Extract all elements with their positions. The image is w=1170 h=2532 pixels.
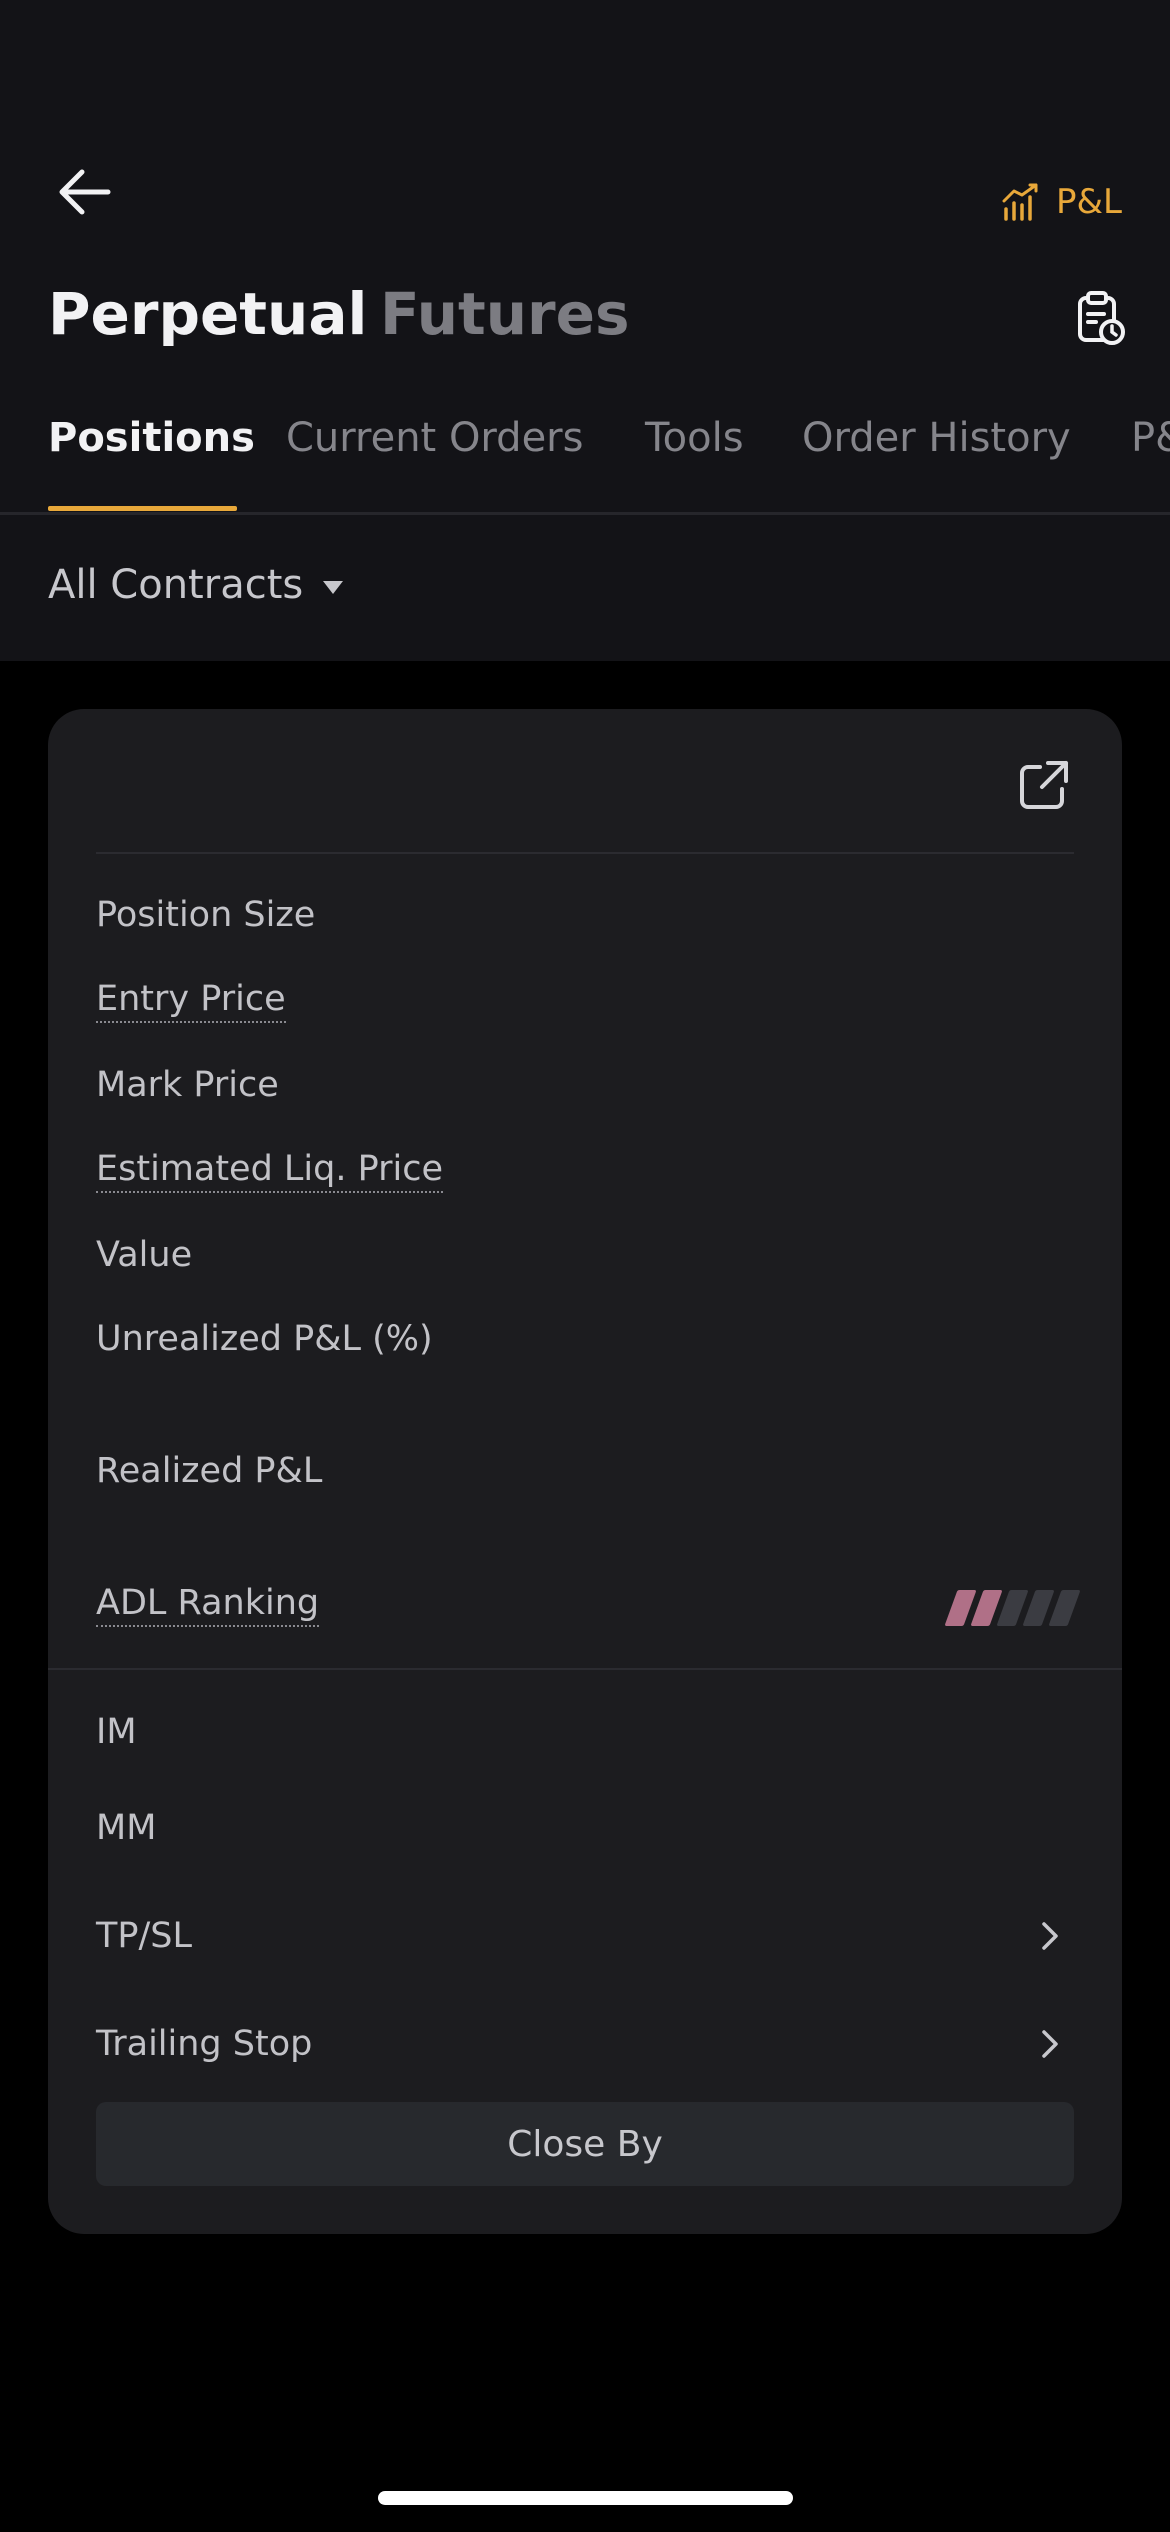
mm-label: MM bbox=[96, 1808, 157, 1848]
tab-futures[interactable]: Futures bbox=[380, 278, 630, 350]
trailing-stop-row[interactable]: Trailing Stop bbox=[96, 2021, 312, 2067]
active-tab-indicator bbox=[48, 506, 237, 511]
est-liq-price-label[interactable]: Estimated Liq. Price bbox=[96, 1146, 444, 1193]
tab-tools[interactable]: Tools bbox=[645, 412, 744, 464]
unrealized-pnl-label: Unrealized P&L (%) bbox=[96, 1319, 433, 1359]
realized-pnl-label: Realized P&L bbox=[96, 1451, 323, 1491]
pnl-link[interactable]: P&L bbox=[1000, 178, 1122, 226]
tab-order-history[interactable]: Order History bbox=[802, 412, 1071, 464]
entry-price-label-text[interactable]: Entry Price bbox=[96, 979, 286, 1023]
arrow-left-icon[interactable] bbox=[52, 160, 116, 224]
clipboard-clock-icon[interactable] bbox=[1074, 290, 1128, 348]
tab-positions[interactable]: Positions bbox=[48, 412, 255, 464]
adl-bar bbox=[1048, 1590, 1081, 1626]
subtab-divider bbox=[0, 512, 1170, 515]
caret-down-icon bbox=[323, 580, 344, 594]
entry-price-label[interactable]: Entry Price bbox=[96, 976, 286, 1023]
card-divider bbox=[48, 1668, 1122, 1670]
contract-filter-label: All Contracts bbox=[48, 562, 304, 608]
im-label: IM bbox=[96, 1712, 137, 1752]
tab-pnl[interactable]: P&L bbox=[1131, 412, 1170, 464]
bar-chart-trend-icon bbox=[1002, 183, 1038, 221]
position-card: Position Size Entry Price Mark Price Est… bbox=[48, 709, 1122, 2234]
adl-ranking-label[interactable]: ADL Ranking bbox=[96, 1580, 320, 1627]
adl-ranking-indicator bbox=[944, 1590, 1081, 1626]
tab-current-orders[interactable]: Current Orders bbox=[286, 412, 583, 464]
external-link-icon[interactable] bbox=[1016, 757, 1072, 813]
chevron-right-icon[interactable] bbox=[1036, 1916, 1064, 1956]
close-by-button[interactable]: Close By bbox=[96, 2102, 1074, 2186]
position-size-label: Position Size bbox=[96, 895, 316, 935]
tpsl-row[interactable]: TP/SL bbox=[96, 1913, 192, 1959]
pnl-label: P&L bbox=[1056, 182, 1122, 222]
contract-filter-dropdown[interactable]: All Contracts bbox=[48, 562, 344, 608]
card-divider bbox=[96, 852, 1074, 854]
home-indicator[interactable] bbox=[378, 2491, 793, 2505]
chevron-right-icon[interactable] bbox=[1036, 2024, 1064, 2064]
subtab-bar: Positions Current Orders Tools Order His… bbox=[0, 400, 1170, 512]
adl-ranking-label-text[interactable]: ADL Ranking bbox=[96, 1583, 320, 1627]
est-liq-price-label-text[interactable]: Estimated Liq. Price bbox=[96, 1149, 444, 1193]
tab-perpetual[interactable]: Perpetual bbox=[48, 278, 367, 350]
value-label: Value bbox=[96, 1235, 193, 1275]
mark-price-label: Mark Price bbox=[96, 1065, 279, 1105]
